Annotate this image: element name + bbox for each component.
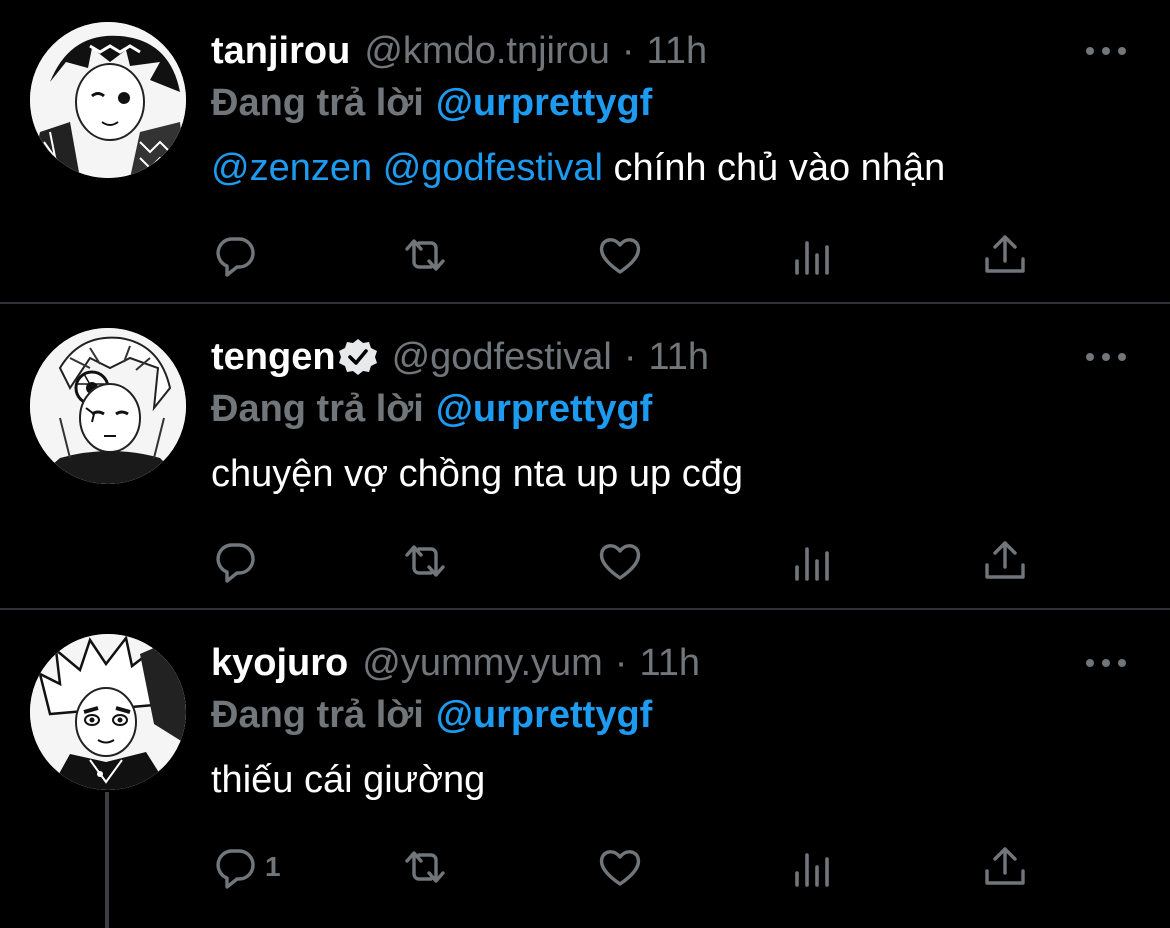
separator-dot: · (614, 642, 628, 684)
share-icon (985, 847, 1025, 885)
heart-icon (599, 544, 641, 580)
separator-dot: · (623, 336, 637, 378)
share-icon (985, 235, 1025, 273)
thread-line (105, 792, 109, 928)
heart-icon (599, 238, 641, 274)
verified-badge-icon (338, 339, 377, 375)
tweet-tengen[interactable]: tengen @godfestival · 11h Đang trả lời @u… (0, 306, 1170, 612)
user-handle[interactable]: @kmdo.tnjirou (364, 26, 610, 76)
more-icon[interactable] (1086, 41, 1126, 61)
replying-mention-link[interactable]: @urprettygf (436, 388, 653, 430)
reply-button[interactable]: 1 (211, 842, 281, 892)
share-button[interactable] (981, 230, 1029, 280)
mention-link[interactable]: @zenzen (211, 147, 372, 189)
tweet-body: chuyện vợ chồng nta up up cđg (211, 449, 743, 499)
reply-count: 1 (265, 851, 281, 882)
heart-icon (599, 850, 641, 886)
action-bar (211, 536, 1051, 586)
share-icon (985, 541, 1025, 579)
replying-mention-link[interactable]: @urprettygf (436, 82, 653, 124)
action-bar: 1 (211, 842, 1051, 892)
divider (0, 608, 1170, 610)
reply-icon (216, 237, 255, 277)
user-handle[interactable]: @yummy.yum (362, 638, 603, 688)
display-name[interactable]: tanjirou (211, 26, 350, 76)
reply-button[interactable] (211, 230, 259, 280)
more-icon[interactable] (1086, 347, 1126, 367)
retweet-icon (405, 851, 445, 883)
views-button[interactable] (789, 842, 837, 892)
tweet-text: thiếu cái giường (211, 759, 486, 801)
tweet-text: chuyện vợ chồng nta up up cđg (211, 453, 743, 495)
retweet-icon (405, 545, 445, 577)
tweet-header: kyojuro @yummy.yum · 11h (211, 638, 700, 688)
replying-to: Đang trả lời @urprettygf (211, 690, 652, 740)
avatar[interactable] (30, 328, 186, 484)
share-button[interactable] (981, 536, 1029, 586)
views-button[interactable] (789, 230, 837, 280)
views-button[interactable] (789, 536, 837, 586)
retweet-button[interactable] (401, 536, 449, 586)
tweet-tanjirou[interactable]: tanjirou @kmdo.tnjirou · 11h Đang trả lờ… (0, 0, 1170, 306)
retweet-icon (405, 239, 445, 271)
analytics-icon (795, 853, 829, 887)
reply-icon (216, 849, 255, 889)
replying-to: Đang trả lời @urprettygf (211, 384, 652, 434)
tweet-body: @zenzen @godfestival chính chủ vào nhận (211, 143, 945, 193)
reply-icon (216, 543, 255, 583)
more-icon[interactable] (1086, 653, 1126, 673)
tweet-header: tanjirou @kmdo.tnjirou · 11h (211, 26, 707, 76)
user-handle[interactable]: @godfestival (392, 332, 612, 382)
timestamp[interactable]: 11h (647, 26, 708, 76)
like-button[interactable] (596, 230, 644, 280)
replying-label: Đang trả lời (211, 82, 424, 124)
mention-link[interactable]: @godfestival (383, 147, 603, 189)
divider (0, 302, 1170, 304)
display-name[interactable]: kyojuro (211, 638, 348, 688)
tweet-header: tengen @godfestival · 11h (211, 332, 709, 382)
display-name[interactable]: tengen (211, 332, 336, 382)
retweet-button[interactable] (401, 230, 449, 280)
replying-to: Đang trả lời @urprettygf (211, 78, 652, 128)
replying-label: Đang trả lời (211, 694, 424, 736)
retweet-button[interactable] (401, 842, 449, 892)
timestamp[interactable]: 11h (639, 638, 700, 688)
separator-dot: · (621, 30, 635, 72)
share-button[interactable] (981, 842, 1029, 892)
like-button[interactable] (596, 536, 644, 586)
reply-button[interactable] (211, 536, 259, 586)
analytics-icon (795, 241, 829, 275)
action-bar (211, 230, 1051, 280)
like-button[interactable] (596, 842, 644, 892)
analytics-icon (795, 547, 829, 581)
avatar[interactable] (30, 22, 186, 178)
tweet-kyojuro[interactable]: kyojuro @yummy.yum · 11h Đang trả lời @ur… (0, 612, 1170, 928)
tweet-text: chính chủ vào nhận (613, 147, 946, 189)
timestamp[interactable]: 11h (648, 332, 709, 382)
avatar[interactable] (30, 634, 186, 790)
replying-mention-link[interactable]: @urprettygf (436, 694, 653, 736)
tweet-body: thiếu cái giường (211, 755, 485, 805)
replying-label: Đang trả lời (211, 388, 424, 430)
